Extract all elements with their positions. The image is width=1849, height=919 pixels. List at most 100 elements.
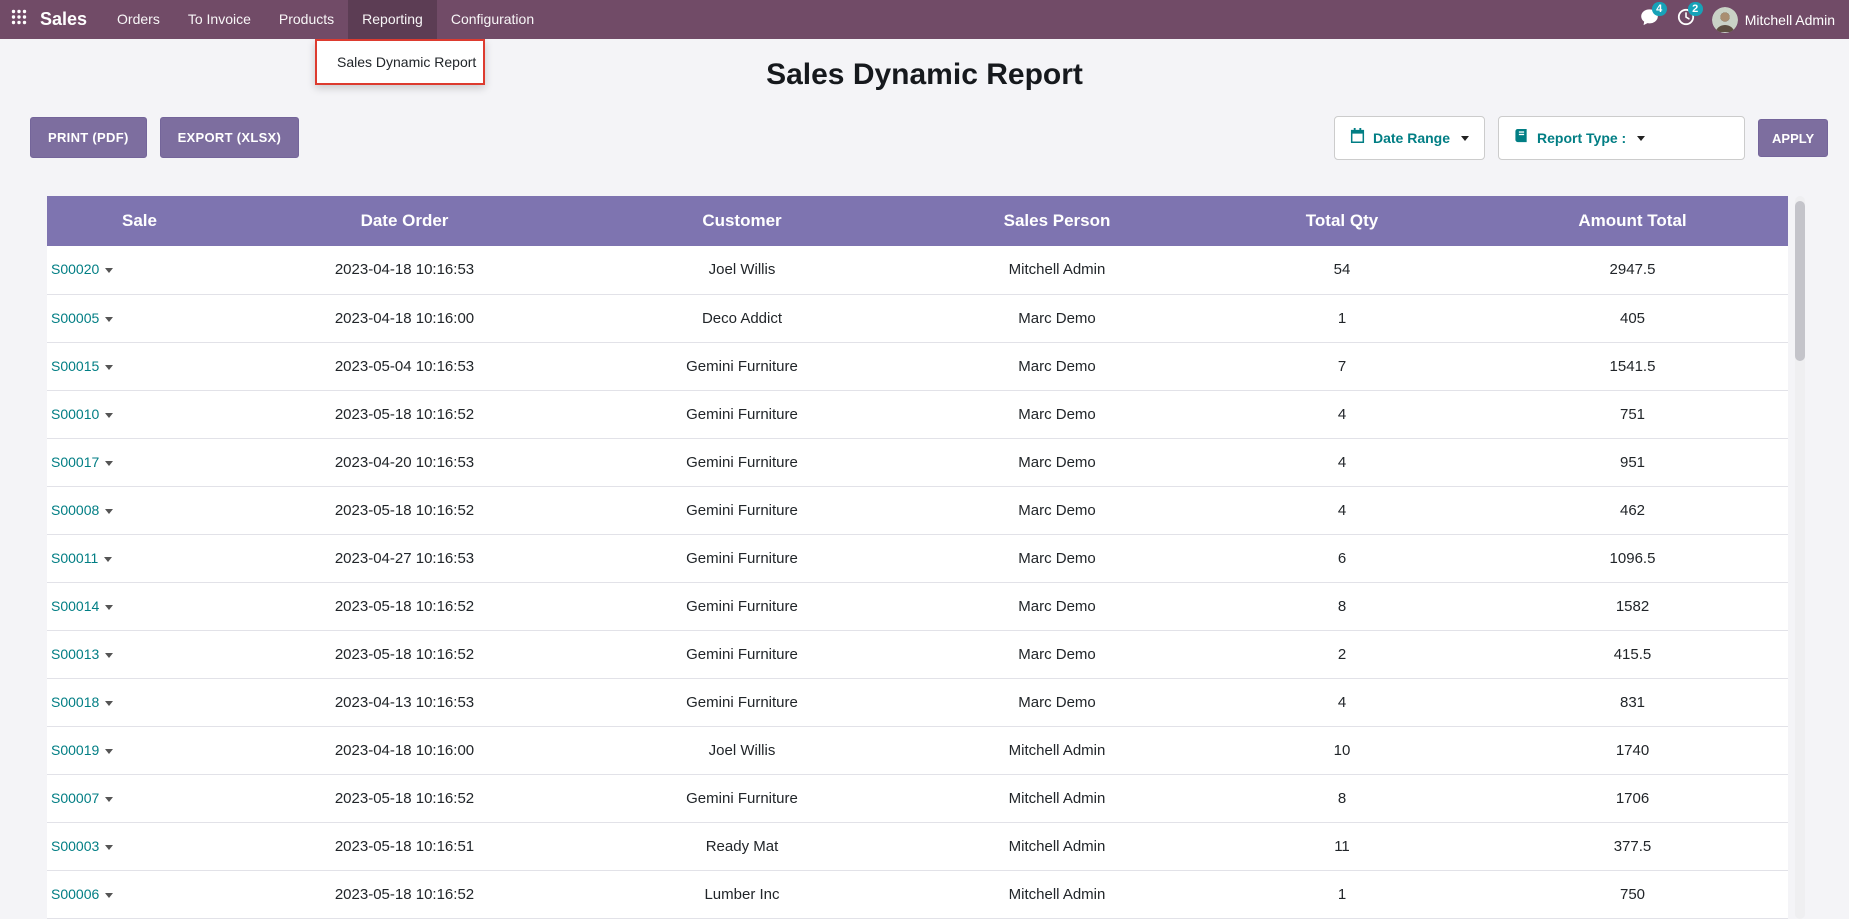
activities-button[interactable]: 2 — [1668, 0, 1704, 39]
table-row: S00014 2023-05-18 10:16:52 Gemini Furnit… — [47, 582, 1788, 630]
report-table: Sale Date Order Customer Sales Person To… — [47, 196, 1788, 919]
chevron-down-icon[interactable] — [105, 605, 113, 610]
messages-button[interactable]: 4 — [1632, 0, 1668, 39]
total-qty-cell: 8 — [1207, 774, 1477, 822]
amount-total-cell: 1096.5 — [1477, 534, 1788, 582]
sale-order-link[interactable]: S00010 — [51, 406, 99, 422]
header-amount-total: Amount Total — [1477, 196, 1788, 246]
amount-total-cell: 2947.5 — [1477, 246, 1788, 294]
chevron-down-icon[interactable] — [104, 557, 112, 562]
sale-order-link[interactable]: S00011 — [51, 550, 98, 566]
sale-order-link[interactable]: S00013 — [51, 646, 99, 662]
chevron-down-icon[interactable] — [105, 893, 113, 898]
total-qty-cell: 4 — [1207, 390, 1477, 438]
date-range-label: Date Range — [1373, 130, 1450, 146]
sale-order-link[interactable]: S00020 — [51, 261, 99, 277]
scrollbar-thumb[interactable] — [1795, 201, 1805, 361]
total-qty-cell: 1 — [1207, 294, 1477, 342]
chevron-down-icon[interactable] — [105, 845, 113, 850]
date-order-cell: 2023-04-18 10:16:00 — [232, 726, 577, 774]
sale-order-cell: S00013 — [47, 630, 232, 678]
menu-reporting[interactable]: Reporting — [348, 0, 437, 39]
menu-orders[interactable]: Orders — [103, 0, 174, 39]
table-row: S00018 2023-04-13 10:16:53 Gemini Furnit… — [47, 678, 1788, 726]
customer-cell: Gemini Furniture — [577, 678, 907, 726]
sales-person-cell: Mitchell Admin — [907, 246, 1207, 294]
top-navbar: Sales Orders To Invoice Products Reporti… — [0, 0, 1849, 39]
user-menu[interactable]: Mitchell Admin — [1712, 7, 1835, 33]
apply-button[interactable]: APPLY — [1758, 119, 1828, 157]
table-row: S00006 2023-05-18 10:16:52 Lumber Inc Mi… — [47, 870, 1788, 918]
sale-order-link[interactable]: S00005 — [51, 310, 99, 326]
customer-cell: Gemini Furniture — [577, 438, 907, 486]
total-qty-cell: 10 — [1207, 726, 1477, 774]
chevron-down-icon[interactable] — [105, 461, 113, 466]
customer-cell: Lumber Inc — [577, 870, 907, 918]
customer-cell: Gemini Furniture — [577, 390, 907, 438]
amount-total-cell: 462 — [1477, 486, 1788, 534]
chevron-down-icon[interactable] — [105, 268, 113, 273]
table-row: S00003 2023-05-18 10:16:51 Ready Mat Mit… — [47, 822, 1788, 870]
date-order-cell: 2023-05-18 10:16:52 — [232, 486, 577, 534]
sales-person-cell: Marc Demo — [907, 438, 1207, 486]
chevron-down-icon[interactable] — [105, 797, 113, 802]
print-pdf-button[interactable]: PRINT (PDF) — [30, 117, 147, 158]
table-row: S00011 2023-04-27 10:16:53 Gemini Furnit… — [47, 534, 1788, 582]
date-order-cell: 2023-05-04 10:16:53 — [232, 342, 577, 390]
customer-cell: Joel Willis — [577, 246, 907, 294]
amount-total-cell: 377.5 — [1477, 822, 1788, 870]
sale-order-cell: S00003 — [47, 822, 232, 870]
total-qty-cell: 7 — [1207, 342, 1477, 390]
sale-order-link[interactable]: S00018 — [51, 694, 99, 710]
sales-person-cell: Mitchell Admin — [907, 726, 1207, 774]
table-row: S00005 2023-04-18 10:16:00 Deco Addict M… — [47, 294, 1788, 342]
menu-item-sales-dynamic-report[interactable]: Sales Dynamic Report — [317, 48, 483, 76]
date-order-cell: 2023-05-18 10:16:51 — [232, 822, 577, 870]
customer-cell: Gemini Furniture — [577, 534, 907, 582]
chevron-down-icon[interactable] — [105, 509, 113, 514]
date-range-dropdown[interactable]: Date Range — [1334, 116, 1485, 160]
sale-order-link[interactable]: S00014 — [51, 598, 99, 614]
export-xlsx-button[interactable]: EXPORT (XLSX) — [160, 117, 300, 158]
menu-to-invoice[interactable]: To Invoice — [174, 0, 265, 39]
date-order-cell: 2023-04-18 10:16:53 — [232, 246, 577, 294]
sales-person-cell: Marc Demo — [907, 342, 1207, 390]
chevron-down-icon[interactable] — [105, 365, 113, 370]
table-row: S00007 2023-05-18 10:16:52 Gemini Furnit… — [47, 774, 1788, 822]
activities-badge: 2 — [1688, 2, 1703, 16]
sale-order-link[interactable]: S00008 — [51, 502, 99, 518]
sale-order-cell: S00014 — [47, 582, 232, 630]
chevron-down-icon[interactable] — [105, 701, 113, 706]
sale-order-link[interactable]: S00003 — [51, 838, 99, 854]
user-name: Mitchell Admin — [1745, 12, 1835, 28]
chevron-down-icon — [1637, 136, 1645, 141]
chevron-down-icon[interactable] — [105, 749, 113, 754]
total-qty-cell: 8 — [1207, 582, 1477, 630]
chevron-down-icon[interactable] — [105, 413, 113, 418]
table-header-row: Sale Date Order Customer Sales Person To… — [47, 196, 1788, 246]
app-brand[interactable]: Sales — [40, 9, 87, 30]
table-scrollbar[interactable] — [1795, 196, 1805, 919]
chevron-down-icon[interactable] — [105, 317, 113, 322]
apps-menu-button[interactable] — [0, 0, 38, 39]
table-body: S00020 2023-04-18 10:16:53 Joel Willis M… — [47, 246, 1788, 918]
sale-order-link[interactable]: S00006 — [51, 886, 99, 902]
sale-order-link[interactable]: S00007 — [51, 790, 99, 806]
sale-order-link[interactable]: S00017 — [51, 454, 99, 470]
amount-total-cell: 1740 — [1477, 726, 1788, 774]
menu-configuration[interactable]: Configuration — [437, 0, 548, 39]
table-row: S00008 2023-05-18 10:16:52 Gemini Furnit… — [47, 486, 1788, 534]
menu-products[interactable]: Products — [265, 0, 348, 39]
sales-person-cell: Mitchell Admin — [907, 822, 1207, 870]
table-row: S00013 2023-05-18 10:16:52 Gemini Furnit… — [47, 630, 1788, 678]
header-sale: Sale — [47, 196, 232, 246]
total-qty-cell: 54 — [1207, 246, 1477, 294]
sale-order-link[interactable]: S00015 — [51, 358, 99, 374]
customer-cell: Joel Willis — [577, 726, 907, 774]
sale-order-link[interactable]: S00019 — [51, 742, 99, 758]
report-type-dropdown[interactable]: Report Type : — [1498, 116, 1745, 160]
customer-cell: Gemini Furniture — [577, 486, 907, 534]
sales-person-cell: Marc Demo — [907, 582, 1207, 630]
chevron-down-icon[interactable] — [105, 653, 113, 658]
amount-total-cell: 750 — [1477, 870, 1788, 918]
